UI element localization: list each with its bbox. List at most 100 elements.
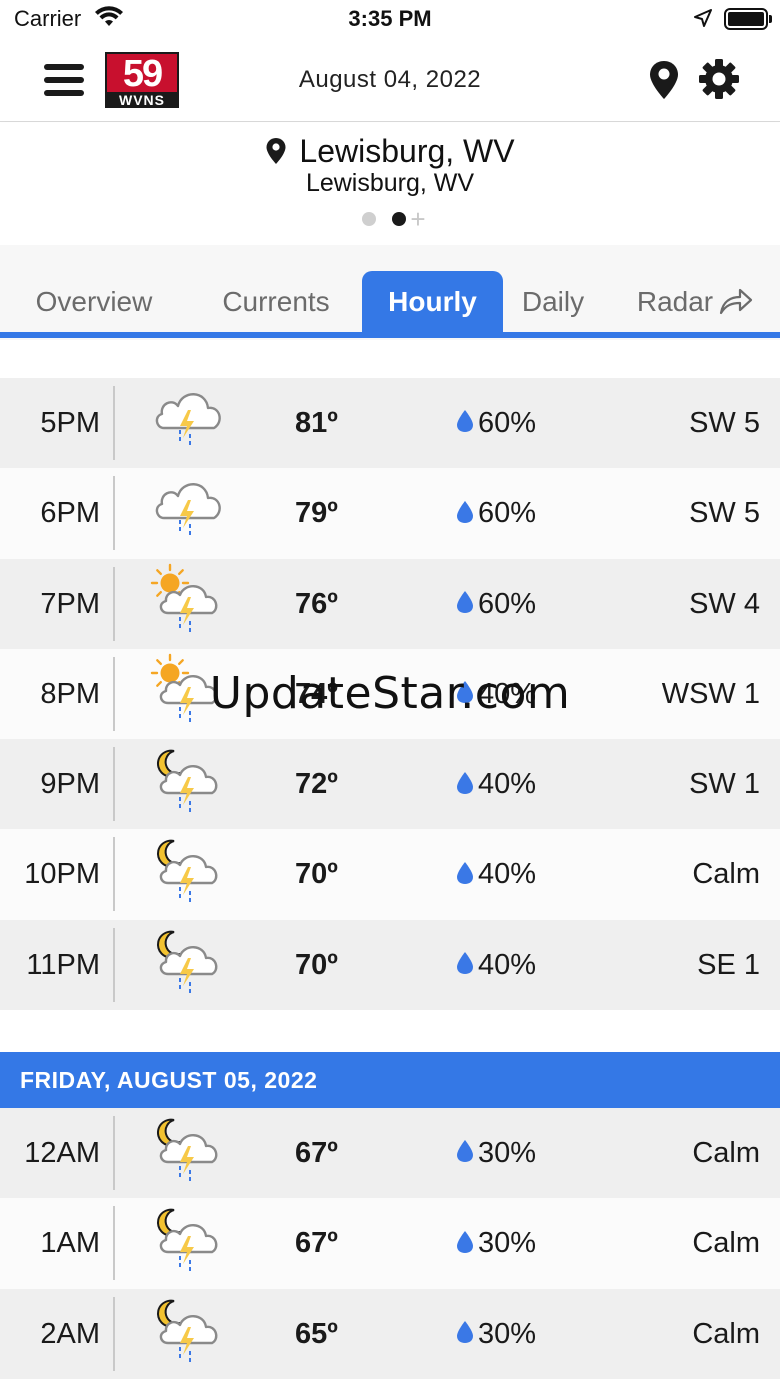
- hour-row[interactable]: 11PM 70º 40% SE 1: [0, 919, 780, 1011]
- location-card[interactable]: Lewisburg, WV Lewisburg, WV +: [0, 123, 780, 245]
- hour-temperature: 79º: [295, 497, 338, 530]
- hour-row[interactable]: 2AM 65º 30% Calm: [0, 1288, 780, 1379]
- hour-wind: SE 1: [697, 948, 760, 981]
- hour-wind: Calm: [692, 1227, 760, 1260]
- raindrop-icon: [457, 1140, 473, 1163]
- hour-time: 8PM: [40, 677, 100, 710]
- tab-overview[interactable]: Overview: [18, 271, 170, 333]
- precip-value: 40%: [478, 948, 537, 981]
- hour-row[interactable]: 10PM 70º 40% Calm: [0, 829, 780, 920]
- location-title: Lewisburg, WV: [0, 133, 780, 170]
- hourly-list-next-day: 12AM 67º 30% Calm 1AM 67º 30% Calm 2AM 65º 30% C…: [0, 1108, 780, 1379]
- row-divider: [113, 927, 115, 1002]
- row-divider: [113, 566, 115, 641]
- app-header: 59 WVNS August 04, 2022: [0, 40, 780, 122]
- moon-thunderstorm-icon: [150, 1202, 230, 1284]
- tab-currents[interactable]: Currents: [200, 271, 352, 333]
- hour-precip: 30%: [456, 1108, 536, 1198]
- thunderstorm-cloud-icon: [150, 382, 230, 464]
- tab-hourly[interactable]: Hourly: [362, 271, 503, 333]
- moon-thunderstorm-icon: [150, 924, 230, 1006]
- hour-row[interactable]: 12AM 67º 30% Calm: [0, 1108, 780, 1199]
- hour-temperature: 74º: [295, 677, 338, 710]
- tab-radar-label: Radar: [636, 286, 714, 317]
- logo-callsign: WVNS: [105, 92, 179, 108]
- hour-precip: 40%: [456, 739, 536, 829]
- hour-time: 11PM: [26, 948, 100, 981]
- hour-wind: Calm: [692, 858, 760, 891]
- hour-precip: 40%: [456, 829, 536, 919]
- hour-wind: Calm: [692, 1137, 760, 1169]
- hour-time: 1AM: [40, 1227, 100, 1260]
- hour-wind: SW 5: [689, 407, 760, 439]
- precip-value: 40%: [478, 858, 537, 891]
- page-dot-active[interactable]: [392, 212, 407, 226]
- battery-icon: [724, 8, 772, 30]
- settings-gear-icon[interactable]: [698, 58, 740, 100]
- precip-value: 30%: [478, 1227, 537, 1260]
- add-location-icon[interactable]: +: [410, 206, 425, 232]
- hour-row[interactable]: 9PM 72º 40% SW 1: [0, 739, 780, 830]
- hour-row[interactable]: 1AM 67º 30% Calm: [0, 1198, 780, 1289]
- tab-underline: [0, 332, 780, 338]
- precip-value: 60%: [478, 497, 537, 530]
- location-pager: +: [0, 206, 780, 232]
- moon-thunderstorm-icon: [150, 1293, 230, 1375]
- hourly-list-today: 5PM 81º 60% SW 5 6PM 79º 60% SW 5 7PM 76º 60% SW…: [0, 378, 780, 1011]
- raindrop-icon: [457, 952, 473, 975]
- location-subtitle: Lewisburg, WV: [305, 169, 475, 197]
- hour-wind: SW 1: [689, 768, 760, 801]
- thunderstorm-cloud-icon: [150, 472, 230, 554]
- hour-precip: 30%: [456, 1289, 536, 1379]
- hour-temperature: 70º: [295, 858, 338, 891]
- hour-time: 12AM: [24, 1137, 100, 1169]
- hour-row[interactable]: 8PM 74º 40% WSW 1: [0, 648, 780, 740]
- raindrop-icon: [457, 771, 473, 794]
- raindrop-icon: [457, 861, 473, 884]
- hour-temperature: 67º: [295, 1227, 338, 1260]
- hour-precip: 60%: [456, 559, 536, 649]
- hour-precip: 60%: [456, 468, 536, 558]
- raindrop-icon: [457, 1320, 473, 1343]
- tab-radar[interactable]: Radar: [620, 271, 770, 333]
- hour-wind: WSW 1: [661, 677, 760, 710]
- location-pin-icon[interactable]: [648, 60, 680, 100]
- hour-temperature: 70º: [295, 948, 338, 981]
- location-name: Lewisburg, WV: [299, 133, 515, 169]
- status-time: 3:35 PM: [348, 6, 432, 31]
- row-divider: [113, 1116, 115, 1190]
- hour-row[interactable]: 5PM 81º 60% SW 5: [0, 378, 780, 469]
- raindrop-icon: [457, 1230, 473, 1253]
- row-divider: [113, 656, 115, 731]
- precip-value: 40%: [478, 768, 537, 801]
- hour-temperature: 65º: [295, 1317, 338, 1350]
- precip-value: 60%: [478, 587, 537, 620]
- location-marker-icon: [266, 137, 286, 164]
- hour-time: 5PM: [40, 407, 100, 439]
- precip-value: 60%: [478, 407, 537, 439]
- precip-value: 40%: [478, 677, 537, 710]
- tab-daily[interactable]: Daily: [508, 271, 598, 333]
- raindrop-icon: [457, 590, 473, 613]
- hour-wind: SW 5: [689, 497, 760, 530]
- hour-time: 7PM: [40, 587, 100, 620]
- hour-precip: 30%: [456, 1198, 536, 1288]
- hour-temperature: 81º: [295, 407, 338, 439]
- row-divider: [113, 1206, 115, 1281]
- moon-thunderstorm-icon: [150, 743, 230, 825]
- hour-time: 6PM: [40, 497, 100, 530]
- share-arrow-icon: [720, 288, 753, 314]
- hour-row[interactable]: 7PM 76º 60% SW 4: [0, 558, 780, 649]
- hour-temperature: 76º: [295, 587, 338, 620]
- raindrop-icon: [457, 681, 473, 704]
- row-divider: [113, 837, 115, 912]
- sun-thunderstorm-icon: [150, 653, 230, 735]
- moon-thunderstorm-icon: [150, 833, 230, 915]
- precip-value: 30%: [478, 1317, 537, 1350]
- hour-row[interactable]: 6PM 79º 60% SW 5: [0, 468, 780, 559]
- hour-time: 10PM: [24, 858, 100, 891]
- page-dot-inactive[interactable]: [362, 212, 377, 226]
- row-divider: [113, 386, 115, 460]
- hour-precip: 60%: [456, 378, 536, 468]
- hour-time: 2AM: [40, 1317, 100, 1350]
